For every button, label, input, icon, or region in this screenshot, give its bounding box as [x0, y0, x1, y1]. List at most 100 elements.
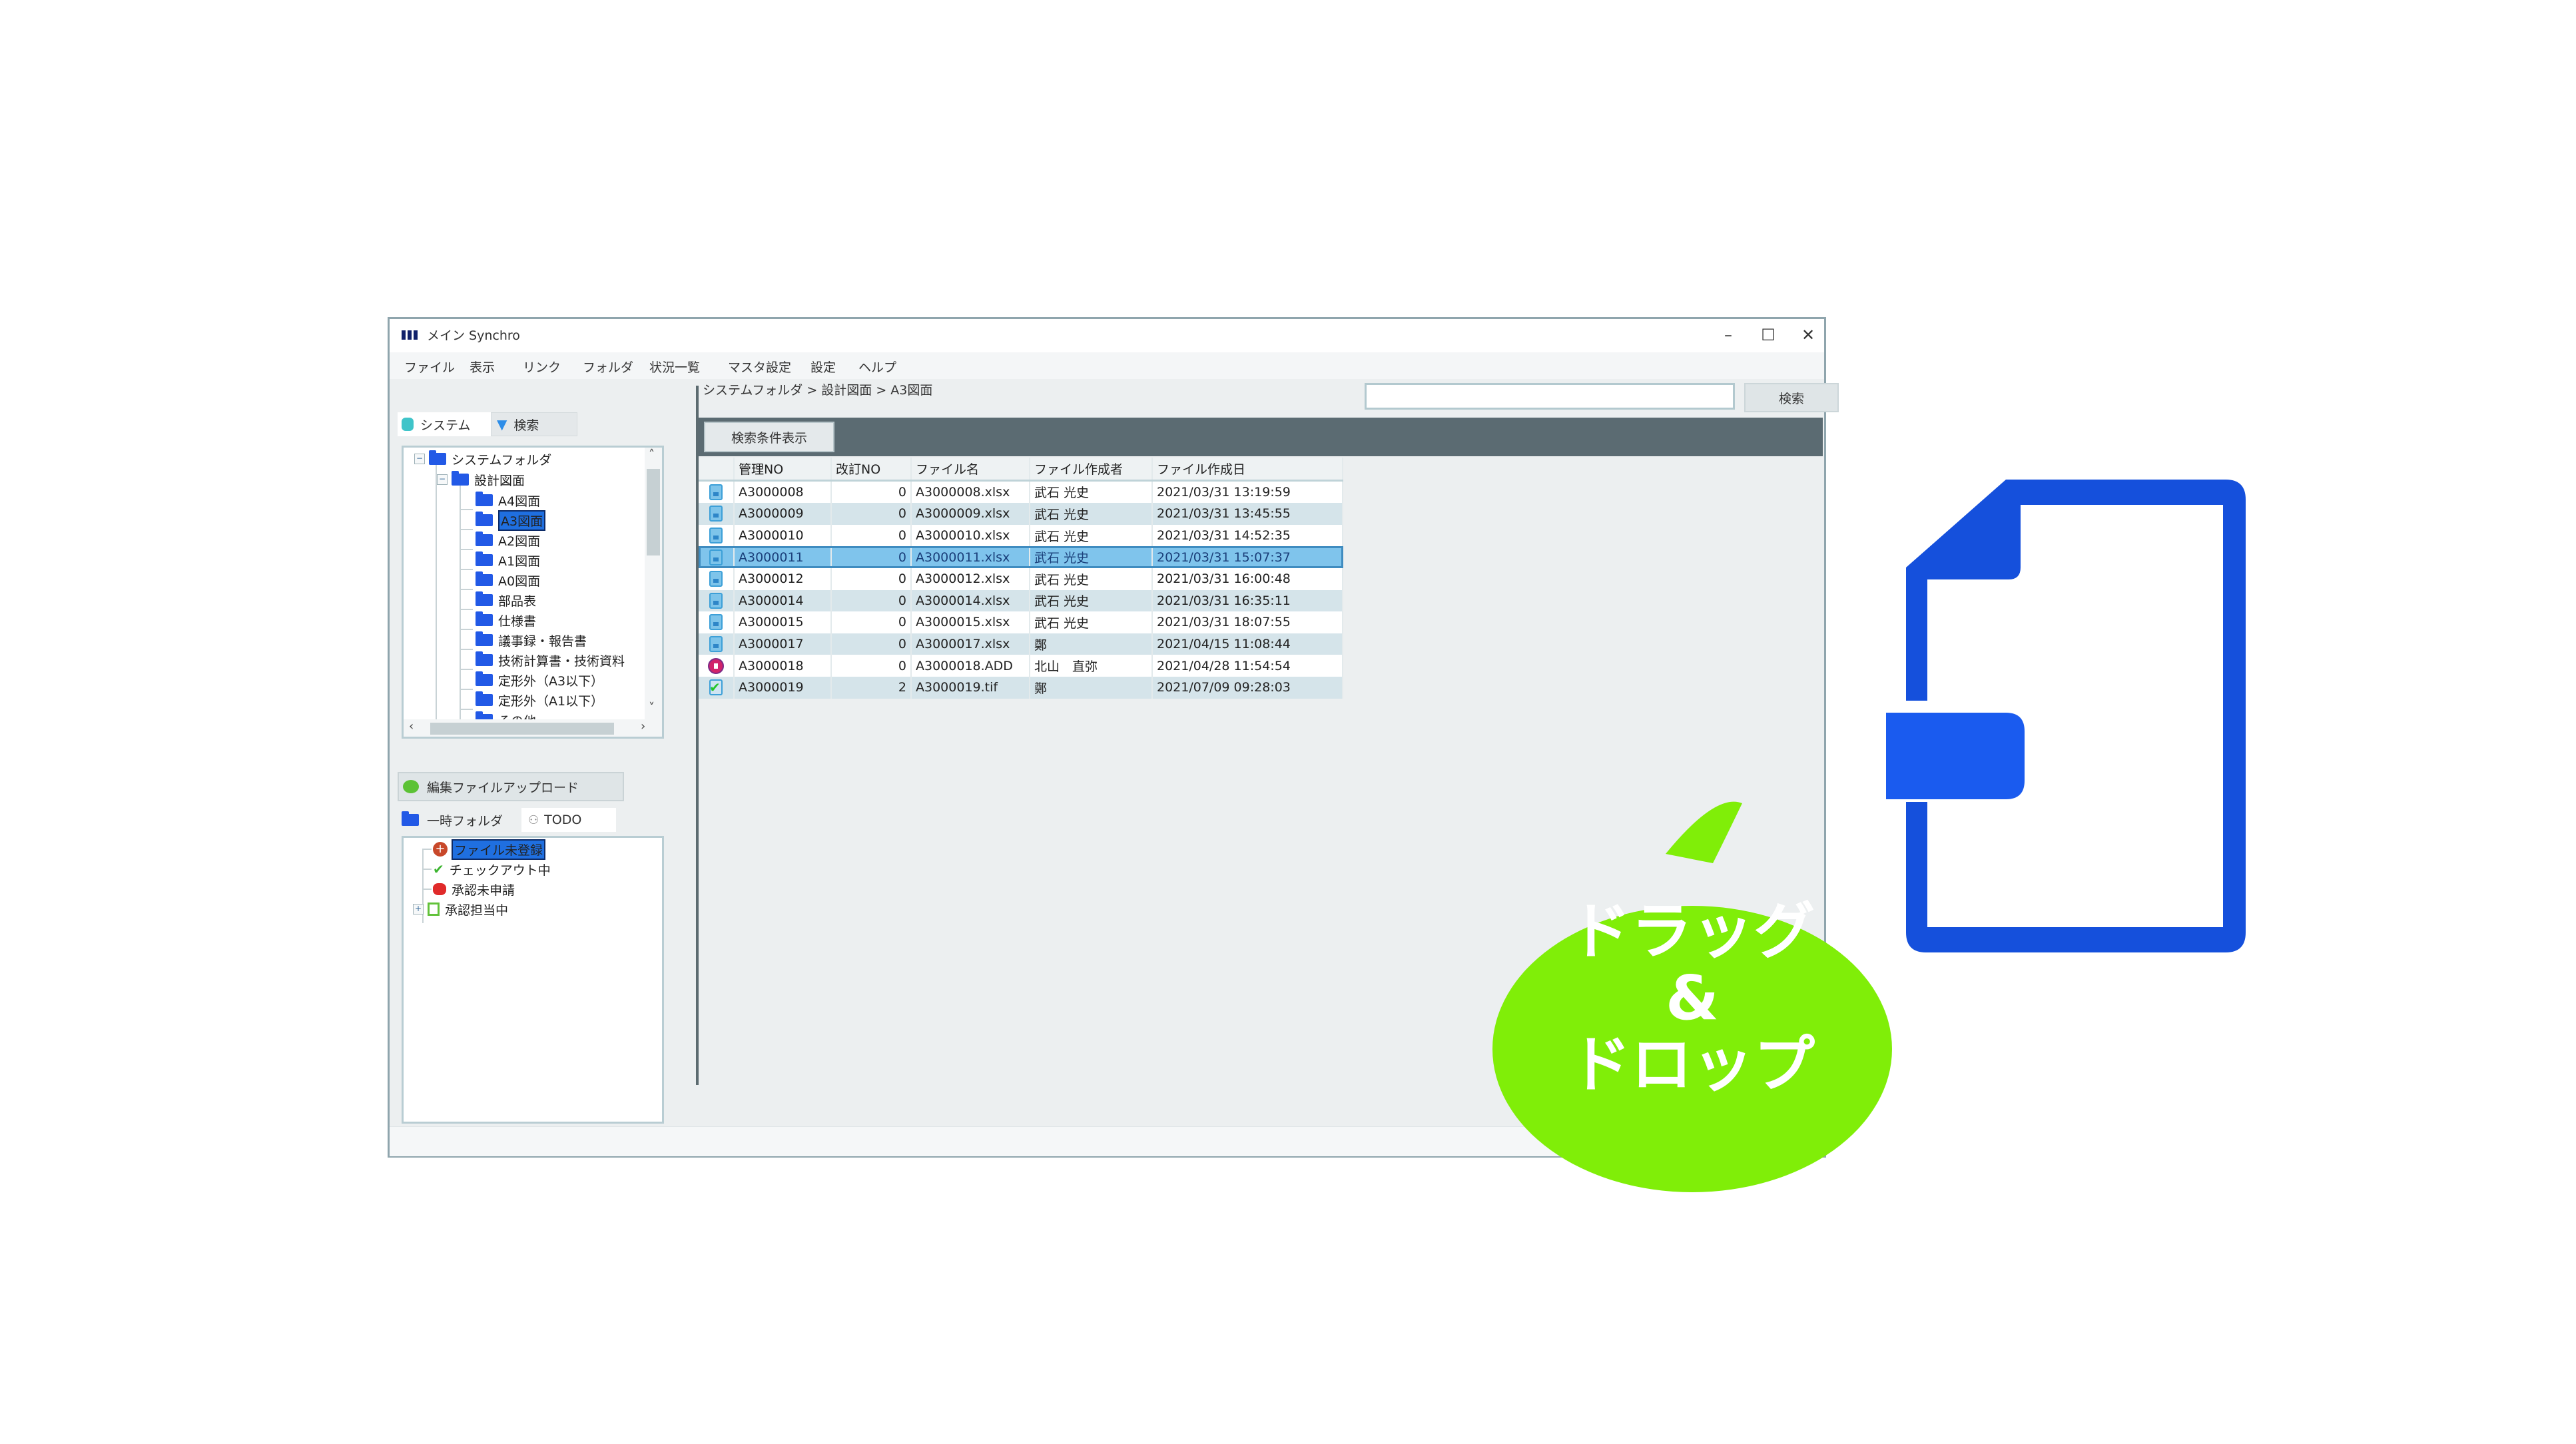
cell-revision-no: 0: [832, 567, 912, 590]
cell-file-name: A3000010.xlsx: [912, 524, 1030, 547]
tree-node[interactable]: A0図面: [461, 570, 540, 590]
todo-item-approval-not-requested[interactable]: 承認未申請: [422, 879, 515, 899]
upload-edited-file-button[interactable]: 編集ファイルアップロード: [398, 772, 624, 801]
todo-item-unregistered[interactable]: + ファイル未登録: [422, 839, 546, 860]
callout-tail: [1666, 801, 1742, 863]
cell-file-name: A3000017.xlsx: [912, 633, 1030, 655]
tree-node-system-folder[interactable]: − システムフォルダ: [414, 449, 551, 469]
scroll-left-icon[interactable]: ‹: [409, 719, 414, 733]
collapse-icon[interactable]: −: [414, 454, 425, 464]
tree-node[interactable]: 議事録・報告書: [461, 630, 587, 650]
search-input[interactable]: [1365, 383, 1735, 410]
tree-node-selected[interactable]: A3図面: [461, 510, 546, 531]
folder-icon: [476, 691, 493, 706]
cell-created-date: 2021/03/31 18:07:55: [1153, 611, 1343, 633]
database-icon: [402, 418, 414, 431]
table-row-selected[interactable]: A3000011 0 A3000011.xlsx 武石 光史 2021/03/31 15…: [699, 546, 1343, 568]
tree-node[interactable]: 技術計算書・技術資料: [461, 650, 625, 670]
tab-temp-folder[interactable]: 一時フォルダ: [398, 808, 519, 832]
title-bar: メイン Synchro – ☐ ✕: [390, 319, 1824, 352]
cell-author: 鄭: [1030, 633, 1153, 655]
show-search-conditions-button[interactable]: 検索条件表示: [704, 422, 834, 452]
cell-file-name: A3000015.xlsx: [912, 611, 1030, 633]
menu-link[interactable]: リンク: [523, 358, 561, 376]
approval-icon: [428, 902, 440, 916]
document-icon: [709, 571, 723, 587]
check-icon: ✔: [433, 861, 444, 877]
maximize-button[interactable]: ☐: [1748, 322, 1788, 348]
menu-status-list[interactable]: 状況一覧: [649, 358, 700, 376]
cell-created-date: 2021/03/31 15:07:37: [1153, 546, 1343, 568]
menu-help[interactable]: ヘルプ: [858, 358, 896, 376]
callout-line-3: ドロップ: [1570, 1029, 1815, 1100]
collapse-icon[interactable]: −: [437, 474, 448, 485]
tab-search[interactable]: ▼ 検索: [491, 412, 577, 436]
scroll-right-icon[interactable]: ›: [641, 719, 645, 733]
cell-file-name: A3000011.xlsx: [912, 546, 1030, 568]
tree-node[interactable]: 部品表: [461, 590, 536, 610]
scroll-up-icon[interactable]: ˄: [649, 448, 655, 462]
cell-file-name: A3000019.tif: [912, 676, 1030, 699]
scroll-down-icon[interactable]: ˅: [649, 701, 655, 715]
folder-icon: [476, 591, 493, 606]
table-row[interactable]: A3000018 0 A3000018.ADD 北山 直弥 2021/04/28 11:…: [699, 655, 1343, 677]
folder-icon: [476, 651, 493, 666]
cell-file-name: A3000018.ADD: [912, 655, 1030, 677]
close-button[interactable]: ✕: [1788, 322, 1828, 348]
tree-node[interactable]: 定形外（A1以下）: [461, 690, 603, 710]
document-icon: [709, 506, 723, 522]
column-header-file-name[interactable]: ファイル名: [912, 458, 1030, 480]
cell-file-name: A3000012.xlsx: [912, 567, 1030, 590]
cell-created-date: 2021/04/28 11:54:54: [1153, 655, 1343, 677]
table-row[interactable]: A3000014 0 A3000014.xlsx 武石 光史 2021/03/31 16…: [699, 589, 1343, 612]
tree-node[interactable]: 仕様書: [461, 610, 536, 630]
minimize-button[interactable]: –: [1708, 322, 1748, 348]
column-header-management-no[interactable]: 管理NO: [735, 458, 832, 480]
column-header-created-date[interactable]: ファイル作成日: [1153, 458, 1343, 480]
tree-node[interactable]: A4図面: [461, 490, 540, 510]
cell-created-date: 2021/03/31 16:35:11: [1153, 589, 1343, 612]
cell-created-date: 2021/03/31 16:00:48: [1153, 567, 1343, 590]
table-row[interactable]: A3000017 0 A3000017.xlsx 鄭 2021/04/15 11:08:…: [699, 633, 1343, 655]
menu-view[interactable]: 表示: [470, 358, 495, 376]
menu-master-settings[interactable]: マスタ設定: [728, 358, 791, 376]
expand-icon[interactable]: +: [413, 904, 424, 914]
table-row[interactable]: A3000012 0 A3000012.xlsx 武石 光史 2021/03/31 16…: [699, 567, 1343, 590]
cell-file-name: A3000008.xlsx: [912, 481, 1030, 504]
cell-management-no: A3000014: [735, 589, 832, 612]
column-header-revision-no[interactable]: 改訂NO: [832, 458, 912, 480]
tree-node[interactable]: 定形外（A3以下）: [461, 670, 603, 690]
cell-created-date: 2021/03/31 14:52:35: [1153, 524, 1343, 547]
file-icon-cell: [699, 676, 735, 699]
search-button[interactable]: 検索: [1744, 383, 1839, 412]
todo-item-approving[interactable]: + 承認担当中: [413, 899, 508, 919]
table-row[interactable]: A3000008 0 A3000008.xlsx 武石 光史 2021/03/31 13…: [699, 481, 1343, 504]
app-logo-icon: [402, 330, 419, 340]
tree-node[interactable]: A1図面: [461, 550, 540, 570]
scrollbar-thumb[interactable]: [430, 723, 614, 735]
file-icon-cell: [699, 589, 735, 612]
tab-todo[interactable]: ⚇ TODO: [521, 808, 616, 832]
vertical-scrollbar[interactable]: ˄ ˅: [645, 448, 662, 719]
todo-tree: + ファイル未登録 ✔ チェックアウト中 承認未申請 + 承認担当中: [402, 836, 664, 1124]
tree-node[interactable]: A2図面: [461, 530, 540, 550]
table-row[interactable]: A3000009 0 A3000009.xlsx 武石 光史 2021/03/31 13…: [699, 503, 1343, 525]
file-icon-cell: [699, 567, 735, 590]
todo-item-checked-out[interactable]: ✔ チェックアウト中: [422, 859, 551, 879]
cell-author: 武石 光史: [1030, 481, 1153, 504]
table-row[interactable]: A30000192A3000019.tif鄭2021/07/09 09:28:0…: [699, 676, 1343, 699]
document-icon: [709, 484, 723, 500]
menu-folder[interactable]: フォルダ: [583, 358, 633, 376]
horizontal-scrollbar[interactable]: ‹ ›: [404, 719, 662, 737]
table-row[interactable]: A3000010 0 A3000010.xlsx 武石 光史 2021/03/31 14…: [699, 524, 1343, 547]
callout-line-1: ドラッグ: [1570, 896, 1815, 967]
tree-node-design-drawings[interactable]: − 設計図面: [437, 470, 525, 490]
cell-created-date: 2021/04/15 11:08:44: [1153, 633, 1343, 655]
scrollbar-thumb[interactable]: [647, 469, 660, 555]
tab-system[interactable]: システム: [398, 412, 491, 436]
table-row[interactable]: A3000015 0 A3000015.xlsx 武石 光史 2021/03/31 18…: [699, 611, 1343, 633]
cell-revision-no: 0: [832, 655, 912, 677]
column-header-author[interactable]: ファイル作成者: [1030, 458, 1153, 480]
menu-settings[interactable]: 設定: [810, 358, 836, 376]
menu-file[interactable]: ファイル: [404, 358, 455, 376]
